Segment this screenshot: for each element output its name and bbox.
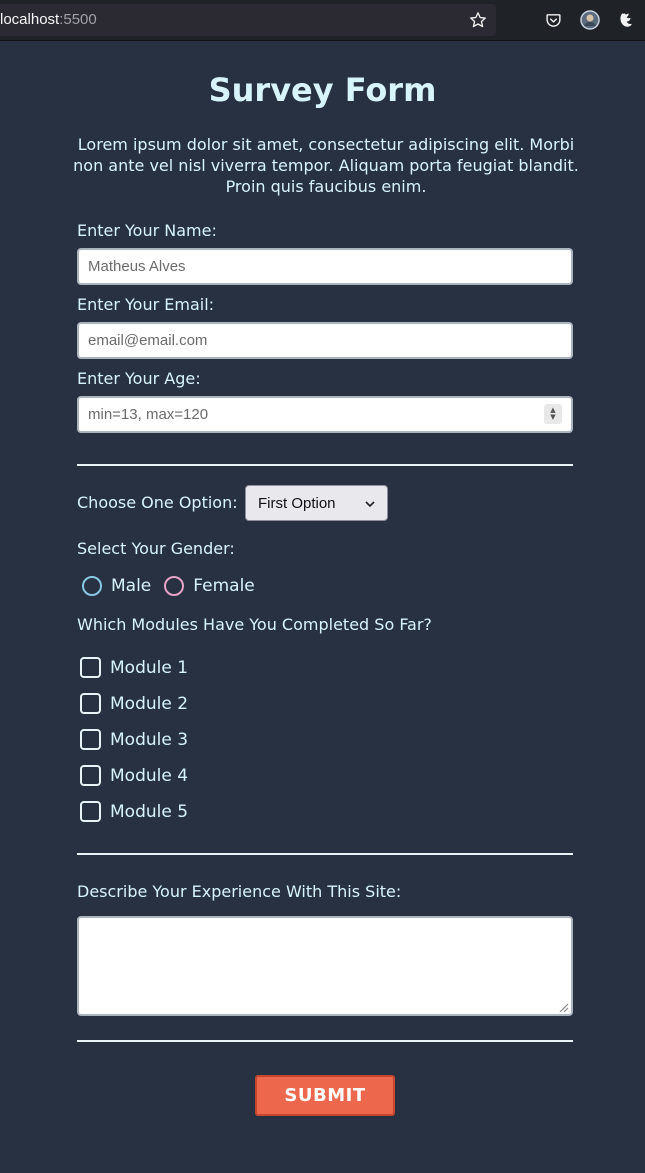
radio-female-label: Female (193, 576, 255, 596)
option-selected-value: First Option (258, 494, 336, 512)
gender-label: Select Your Gender: (77, 539, 235, 558)
url-host: localhost (0, 11, 60, 28)
survey-page: Survey Form Lorem ipsum dolor sit amet, … (0, 41, 645, 1173)
radio-male[interactable] (82, 576, 102, 596)
bookmark-star-icon[interactable] (468, 10, 488, 30)
url-port: :5500 (59, 11, 97, 28)
email-input[interactable] (77, 322, 573, 359)
spinner-down-icon[interactable]: ▼ (550, 414, 555, 421)
gender-options: Male Female (82, 576, 255, 596)
page-description: Lorem ipsum dolor sit amet, consectetur … (73, 135, 579, 196)
email-label: Enter Your Email: (77, 295, 215, 314)
section-divider (77, 853, 573, 855)
chevron-down-icon (365, 495, 375, 512)
extension-icon[interactable] (615, 9, 637, 31)
module-checkbox-row[interactable]: Module 1 (80, 657, 188, 678)
experience-textarea[interactable] (77, 916, 573, 1016)
module-label: Module 5 (110, 801, 189, 822)
section-divider (77, 464, 573, 466)
submit-button[interactable]: SUBMIT (255, 1075, 395, 1116)
option-label: Choose One Option: (77, 493, 238, 512)
radio-male-label: Male (111, 576, 152, 596)
section-divider (77, 1040, 573, 1042)
module-checkbox[interactable] (80, 765, 101, 786)
module-checkbox-row[interactable]: Module 3 (80, 729, 188, 750)
module-checkbox[interactable] (80, 657, 101, 678)
module-checkbox[interactable] (80, 729, 101, 750)
experience-label: Describe Your Experience With This Site: (77, 882, 402, 901)
module-label: Module 2 (110, 693, 189, 714)
module-checkbox-row[interactable]: Module 5 (80, 801, 188, 822)
browser-toolbar: localhost:5500 (0, 0, 645, 41)
age-spinner[interactable]: ▲ ▼ (544, 404, 562, 424)
module-label: Module 3 (110, 729, 189, 750)
module-label: Module 4 (110, 765, 189, 786)
module-checkbox[interactable] (80, 693, 101, 714)
address-bar[interactable]: localhost:5500 (0, 4, 496, 36)
age-input[interactable] (77, 396, 573, 433)
radio-female[interactable] (164, 576, 185, 596)
module-checkbox-row[interactable]: Module 4 (80, 765, 188, 786)
modules-label: Which Modules Have You Completed So Far? (77, 615, 432, 634)
name-label: Enter Your Name: (77, 221, 217, 240)
account-avatar-icon[interactable] (579, 9, 601, 31)
resize-grip-icon[interactable] (558, 1002, 569, 1013)
module-checkbox[interactable] (80, 801, 101, 822)
pocket-icon[interactable] (543, 10, 563, 30)
name-input[interactable] (77, 248, 573, 285)
age-label: Enter Your Age: (77, 369, 201, 388)
option-select[interactable]: First Option (245, 485, 388, 521)
module-label: Module 1 (110, 657, 189, 678)
page-title: Survey Form (208, 71, 437, 109)
module-checkbox-row[interactable]: Module 2 (80, 693, 188, 714)
